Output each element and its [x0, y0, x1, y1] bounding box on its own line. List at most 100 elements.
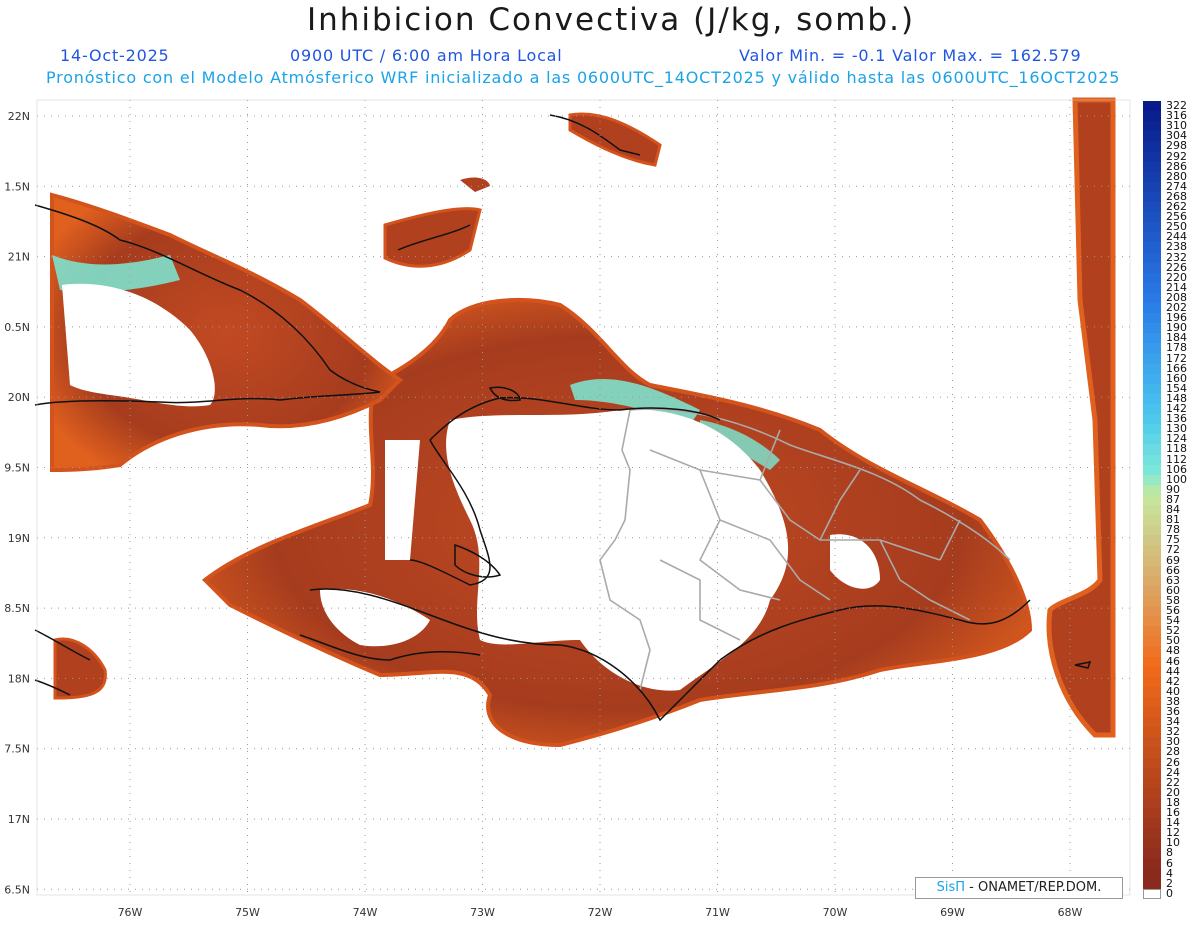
- legend-swatch: [1143, 848, 1161, 859]
- legend-swatch: [1143, 202, 1161, 213]
- lat-label: 20N: [8, 391, 30, 404]
- legend-swatch: [1143, 262, 1161, 274]
- legend-swatch: [1143, 838, 1161, 849]
- legend-swatch: [1143, 525, 1161, 536]
- legend-swatch: [1143, 717, 1161, 728]
- lat-label: 7.5N: [4, 743, 30, 756]
- legend-swatch: [1143, 595, 1161, 607]
- legend-swatch: [1143, 343, 1161, 354]
- legend-swatch: [1143, 242, 1161, 253]
- legend-swatch: [1143, 353, 1161, 365]
- legend-swatch: [1143, 474, 1161, 486]
- lon-label: 69W: [940, 906, 965, 919]
- cin-map: 22N 1.5N 21N 0.5N 20N 9.5N 19N 8.5N 18N 7.5N 17N 6.…: [4, 97, 1131, 919]
- legend-swatch: [1143, 363, 1161, 375]
- legend-swatch: [1143, 282, 1161, 294]
- legend-swatch: [1143, 868, 1161, 880]
- lat-label: 0.5N: [4, 321, 30, 334]
- legend-swatch: [1143, 787, 1161, 799]
- cin-field-jamaica: [53, 637, 107, 700]
- legend-swatch: [1143, 292, 1161, 304]
- legend-swatch: [1143, 252, 1161, 264]
- legend-swatch: [1143, 636, 1161, 647]
- lon-label: 71W: [705, 906, 730, 919]
- legend-swatch: [1143, 545, 1161, 556]
- legend-swatch: [1143, 656, 1161, 668]
- legend-swatch: [1143, 494, 1161, 506]
- legend-swatch: [1143, 535, 1161, 546]
- legend-swatch: [1143, 626, 1161, 637]
- lon-label: 70W: [823, 906, 848, 919]
- lat-label: 19N: [8, 532, 30, 545]
- legend-swatch: [1143, 222, 1161, 233]
- legend-swatch: [1143, 212, 1161, 223]
- legend-swatch: [1143, 686, 1161, 698]
- cin-field-bahamas-1: [568, 112, 662, 167]
- legend-swatch: [1143, 888, 1161, 900]
- legend-swatch: [1143, 191, 1161, 203]
- lon-label: 72W: [588, 906, 613, 919]
- legend-swatch: [1143, 121, 1161, 132]
- legend-swatch: [1143, 828, 1161, 839]
- lat-label: 18N: [8, 672, 30, 685]
- legend-swatch: [1143, 272, 1161, 284]
- lon-label: 68W: [1058, 906, 1083, 919]
- legend-swatch: [1143, 555, 1161, 567]
- legend-swatch: [1143, 404, 1161, 415]
- legend-swatch: [1143, 373, 1161, 385]
- legend-swatch: [1143, 434, 1161, 445]
- legend-swatch: [1143, 747, 1161, 758]
- legend-swatch: [1143, 393, 1161, 405]
- lon-label: 73W: [470, 906, 495, 919]
- legend-swatch: [1143, 737, 1161, 748]
- legend-swatch: [1143, 676, 1161, 688]
- legend-swatch: [1143, 141, 1161, 152]
- lat-label: 9.5N: [4, 462, 30, 475]
- legend-swatch: [1143, 878, 1161, 890]
- legend-swatch: [1143, 505, 1161, 516]
- legend-swatch: [1143, 575, 1161, 587]
- legend-swatch: [1143, 454, 1161, 466]
- lat-label: 6.5N: [4, 883, 30, 896]
- legend-swatch: [1143, 424, 1161, 435]
- legend-swatch: [1143, 464, 1161, 476]
- legend-swatch: [1143, 111, 1161, 122]
- legend-swatch: [1143, 151, 1161, 163]
- legend-swatch: [1143, 181, 1161, 193]
- legend-swatch: [1143, 323, 1161, 334]
- legend-swatch: [1143, 858, 1161, 870]
- legend-swatch: [1143, 757, 1161, 769]
- legend-value: 0: [1166, 886, 1173, 900]
- legend-swatch: [1143, 646, 1161, 657]
- legend-swatch: [1143, 777, 1161, 789]
- legend-swatch: [1143, 696, 1161, 708]
- legend-swatch: [1143, 818, 1161, 829]
- legend-swatch: [1143, 727, 1161, 738]
- legend-swatch: [1143, 666, 1161, 678]
- legend-swatch: [1143, 616, 1161, 627]
- legend-swatch: [1143, 606, 1161, 617]
- legend-swatch: [1143, 767, 1161, 779]
- legend-swatch: [1143, 161, 1161, 173]
- lon-label: 76W: [118, 906, 143, 919]
- legend-swatch: [1143, 808, 1161, 819]
- legend-swatch: [1143, 303, 1161, 314]
- legend-swatch: [1143, 797, 1161, 809]
- lat-label: 21N: [8, 251, 30, 264]
- legend-swatch: [1143, 131, 1161, 142]
- credit-org: - ONAMET/REP.DOM.: [965, 880, 1102, 895]
- legend-swatch: [1143, 232, 1161, 243]
- lon-label: 75W: [235, 906, 260, 919]
- legend-swatch: [1143, 333, 1161, 344]
- lat-label: 17N: [8, 813, 30, 826]
- legend-swatch: [1143, 101, 1161, 112]
- legend-swatch: [1143, 313, 1161, 324]
- legend-swatch: [1143, 565, 1161, 577]
- credit-sis: SisΠ: [936, 880, 966, 895]
- credit-box: SisΠ - ONAMET/REP.DOM.: [915, 877, 1123, 899]
- lat-label: 8.5N: [4, 602, 30, 615]
- legend-swatch: [1143, 707, 1161, 718]
- legend-swatch: [1143, 171, 1161, 183]
- lat-label: 1.5N: [4, 180, 30, 193]
- legend-swatch: [1143, 444, 1161, 455]
